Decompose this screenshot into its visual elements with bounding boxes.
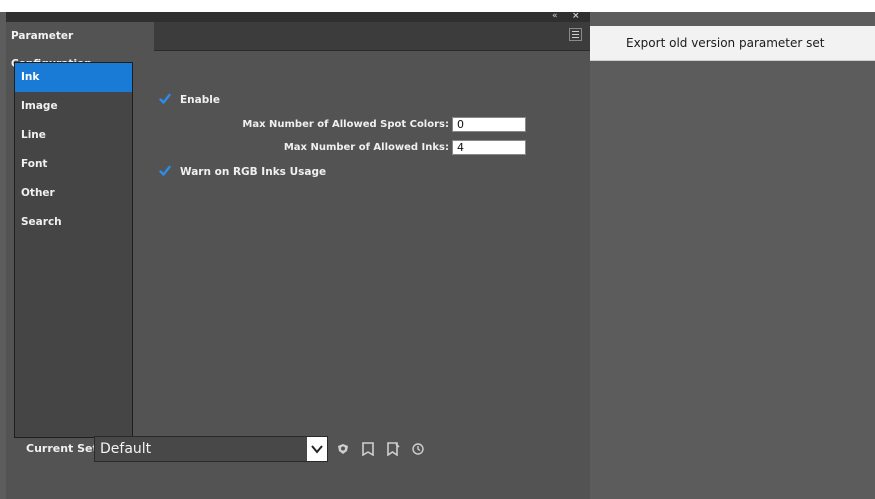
top-strip bbox=[0, 0, 875, 12]
max-inks-input[interactable]: 4 bbox=[452, 140, 526, 155]
panel-flyout-menu: Export old version parameter set bbox=[590, 26, 875, 61]
max-spot-colors-input[interactable]: 0 bbox=[452, 117, 526, 132]
sidebar-item-other[interactable]: Other bbox=[15, 179, 132, 208]
category-sidebar: Ink Image Line Font Other Search bbox=[14, 62, 133, 438]
save-set-icon[interactable] bbox=[361, 442, 375, 456]
tab-bar: Parameter Configuration bbox=[6, 22, 590, 70]
close-icon[interactable]: × bbox=[572, 10, 580, 22]
sidebar-item-search[interactable]: Search bbox=[15, 208, 132, 237]
panel-menu-icon[interactable] bbox=[569, 28, 582, 41]
new-set-icon[interactable] bbox=[336, 442, 350, 456]
enable-label: Enable bbox=[180, 94, 220, 106]
save-as-set-icon[interactable] bbox=[386, 442, 400, 456]
enable-checkbox[interactable] bbox=[159, 93, 171, 105]
history-icon[interactable] bbox=[411, 442, 425, 456]
sidebar-item-image[interactable]: Image bbox=[15, 92, 132, 121]
document-area bbox=[590, 12, 875, 499]
current-set-value: Default bbox=[100, 441, 152, 457]
collapse-icon[interactable]: « bbox=[552, 10, 558, 22]
parameter-configuration-panel: « × Parameter Configuration Ink Image Li… bbox=[6, 10, 590, 499]
current-set-label: Current Set: bbox=[26, 442, 103, 455]
sidebar-item-font[interactable]: Font bbox=[15, 150, 132, 179]
max-inks-label: Max Number of Allowed Inks: bbox=[283, 142, 449, 153]
current-set-select[interactable]: Default bbox=[94, 436, 328, 462]
warn-rgb-checkbox[interactable] bbox=[159, 165, 171, 177]
tab-parameter-configuration[interactable]: Parameter Configuration bbox=[6, 22, 154, 70]
warn-rgb-label: Warn on RGB Inks Usage bbox=[180, 166, 327, 178]
sidebar-item-ink[interactable]: Ink bbox=[15, 63, 132, 92]
sidebar-item-line[interactable]: Line bbox=[15, 121, 132, 150]
max-spot-colors-label: Max Number of Allowed Spot Colors: bbox=[242, 119, 449, 130]
chevron-down-icon[interactable] bbox=[307, 437, 327, 461]
panel-control-bar: « × bbox=[6, 10, 590, 22]
menu-item-export-old-version[interactable]: Export old version parameter set bbox=[626, 26, 824, 60]
